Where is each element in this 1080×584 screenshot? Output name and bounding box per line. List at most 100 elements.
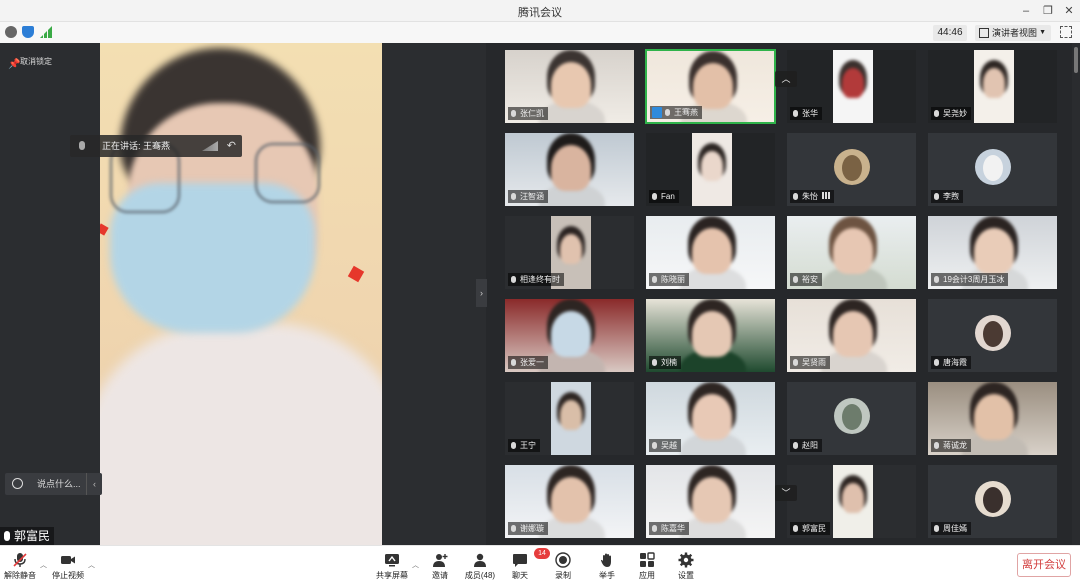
participant-tile[interactable]: 周佳嫣 <box>927 464 1058 539</box>
participant-tile[interactable]: 蒋诚龙 <box>927 381 1058 456</box>
participant-tile[interactable]: 裕安 <box>786 215 917 290</box>
signal-icon[interactable] <box>40 26 52 38</box>
leave-meeting-button[interactable]: 离开会议 <box>1017 553 1071 577</box>
chat-icon: 14 <box>512 548 550 568</box>
participant-tile[interactable]: 郭富民 <box>786 464 917 539</box>
restore-button[interactable]: ❐ <box>1040 3 1056 19</box>
portrait-video <box>833 50 873 123</box>
raise-hand-button[interactable]: 举手 <box>587 552 627 581</box>
speaker-video[interactable] <box>100 43 382 545</box>
unmute-button[interactable]: 解除静音 <box>0 552 40 581</box>
participant-name-tag: 吴尧妙 <box>931 107 971 120</box>
participant-face <box>833 228 873 274</box>
participant-face <box>551 145 591 191</box>
participant-tile[interactable]: 张华 <box>786 49 917 124</box>
host-icon <box>652 107 662 118</box>
participant-name: 相逢终有时 <box>520 275 560 284</box>
participant-tile[interactable]: 王骞燕 <box>645 49 776 124</box>
video-camera-icon <box>60 552 76 568</box>
info-icon[interactable] <box>5 26 17 38</box>
grid-scrollbar[interactable] <box>1072 43 1080 545</box>
stop-video-button[interactable]: 停止视频 <box>48 552 88 581</box>
microphone-icon <box>793 193 798 200</box>
microphone-icon <box>511 276 516 283</box>
portrait-video <box>692 133 732 206</box>
invite-button[interactable]: 邀请 <box>420 552 460 581</box>
microphone-icon <box>793 359 798 366</box>
audio-options-caret[interactable]: ︿ <box>40 560 47 570</box>
participant-face <box>551 311 591 357</box>
participant-tile[interactable]: 相逢终有时 <box>504 215 635 290</box>
participant-tile[interactable]: 吴尧妙 <box>927 49 1058 124</box>
participant-tile[interactable]: 谢娜璇 <box>504 464 635 539</box>
participant-tile[interactable]: 唐海霞 <box>927 298 1058 373</box>
view-mode-button[interactable]: 演讲者视图 ▼ <box>975 25 1051 41</box>
quick-chat-input[interactable]: 说点什么... ‹ <box>5 473 102 495</box>
chat-button[interactable]: 14 聊天 <box>500 548 550 581</box>
microphone-icon <box>934 193 939 200</box>
participant-tile[interactable]: 张爱一 <box>504 298 635 373</box>
participant-name-tag: 王宁 <box>508 439 540 452</box>
participant-tile[interactable]: 吴贤雨 <box>786 298 917 373</box>
participant-face <box>551 62 591 108</box>
participant-tile[interactable]: Fan <box>645 132 776 207</box>
members-button[interactable]: 成员(48) <box>460 552 500 581</box>
record-button[interactable]: 录制 <box>543 552 583 581</box>
participant-tile[interactable]: 朱怡 <box>786 132 917 207</box>
unpin-button[interactable]: 📌 取消锁定 <box>6 53 52 71</box>
settings-button[interactable]: 设置 <box>666 552 706 581</box>
avatar-image <box>841 155 862 181</box>
collapse-panel-button[interactable]: › <box>476 279 487 307</box>
minimize-button[interactable]: – <box>1018 3 1034 19</box>
apps-button[interactable]: 应用 <box>627 552 667 581</box>
participant-tile[interactable]: 刘楠 <box>645 298 776 373</box>
participant-name: 陈晓丽 <box>661 275 685 284</box>
participant-name: 王骞燕 <box>674 108 698 117</box>
participant-name-tag: 谢娜璇 <box>508 522 548 535</box>
microphone-icon <box>652 442 657 449</box>
confetti-decoration <box>100 223 109 236</box>
share-options-caret[interactable]: ︿ <box>412 560 419 570</box>
chevron-left-icon[interactable]: ‹ <box>86 473 102 495</box>
participant-tile[interactable]: 李煦 <box>927 132 1058 207</box>
unpin-label: 取消锁定 <box>20 57 52 66</box>
participant-face <box>701 151 723 181</box>
microphone-icon <box>793 442 798 449</box>
share-screen-button[interactable]: 共享屏幕 <box>372 552 412 581</box>
microphone-icon <box>793 276 798 283</box>
participant-tile[interactable]: 陈晓丽 <box>645 215 776 290</box>
participant-tile[interactable]: 王宁 <box>504 381 635 456</box>
video-options-caret[interactable]: ︿ <box>88 560 95 570</box>
avatar <box>833 149 870 185</box>
participant-tile[interactable]: 张仁凯 <box>504 49 635 124</box>
microphone-icon <box>511 525 516 532</box>
participant-face <box>842 68 864 98</box>
participant-name: 刘楠 <box>661 358 677 367</box>
fullscreen-icon[interactable] <box>1060 26 1072 38</box>
participant-tile[interactable]: 陈嘉华 <box>645 464 776 539</box>
close-button[interactable]: ✕ <box>1061 3 1077 19</box>
participant-name: 张仁凯 <box>520 109 544 118</box>
participant-tile[interactable]: 吴越 <box>645 381 776 456</box>
participant-name-tag: 汪智涵 <box>508 190 548 203</box>
microphone-icon <box>665 109 670 116</box>
return-icon[interactable]: ↶ <box>227 135 236 157</box>
scrollbar-thumb[interactable] <box>1074 47 1078 73</box>
participant-tile[interactable]: 赵阳 <box>786 381 917 456</box>
portrait-video <box>551 382 591 455</box>
participant-name: 王宁 <box>520 441 536 450</box>
chat-label: 聊天 <box>512 571 528 580</box>
meeting-area: 📌 取消锁定 正在讲话: 王骞燕 ↶ 说点什么... ‹ 郭富民 › 张仁凯 王骞… <box>0 43 1080 545</box>
speaking-indicator: 正在讲话: 王骞燕 ↶ <box>70 135 242 157</box>
page-up-icon[interactable]: ︿ <box>775 71 797 87</box>
microphone-icon <box>934 110 939 117</box>
bottom-toolbar: 解除静音 ︿ 停止视频 ︿ 共享屏幕 ︿ 邀请 成员(48) 14 聊天 录制 … <box>0 545 1080 584</box>
participant-name-tag: 张华 <box>790 107 822 120</box>
participant-tile[interactable]: 19会计3周月玉冰 <box>927 215 1058 290</box>
participant-name: 李煦 <box>943 192 959 201</box>
microphone-muted-icon <box>12 552 28 568</box>
participant-name-tag: 吴贤雨 <box>790 356 830 369</box>
shield-icon[interactable] <box>22 26 34 38</box>
page-down-icon[interactable]: ﹀ <box>775 485 797 501</box>
participant-tile[interactable]: 汪智涵 <box>504 132 635 207</box>
